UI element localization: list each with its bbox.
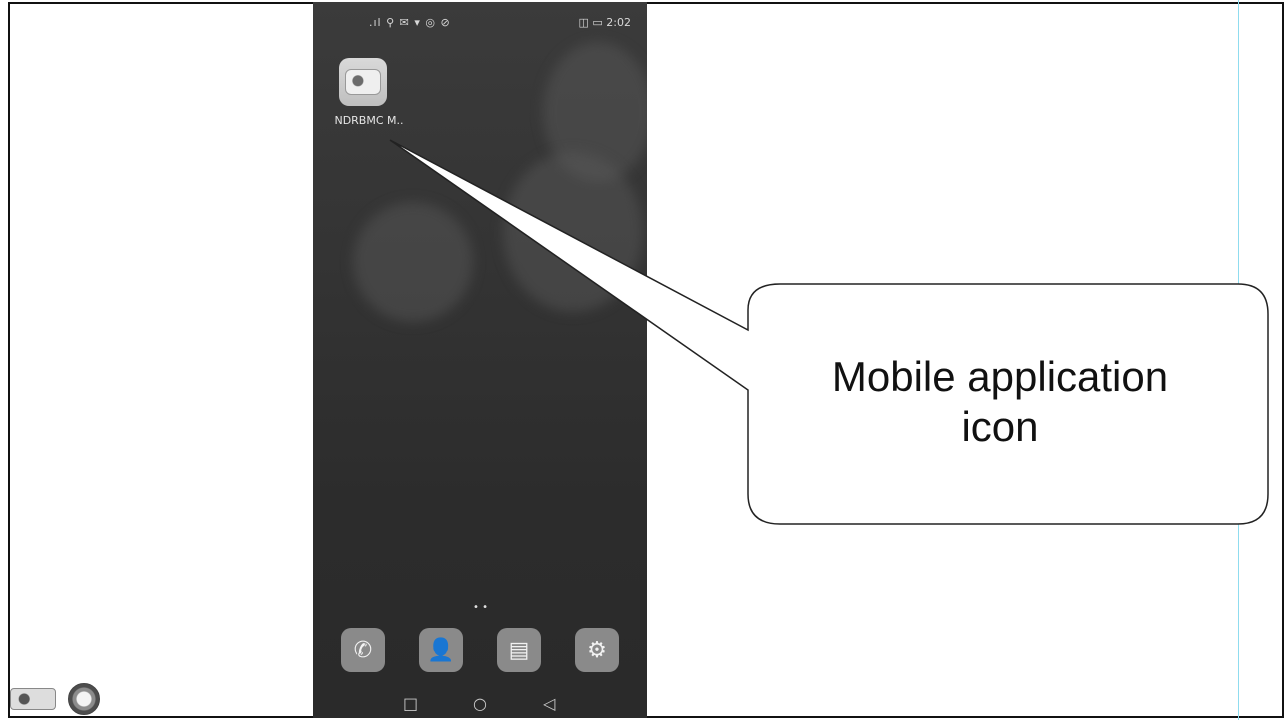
footer-logos <box>10 683 100 715</box>
seal-logo-icon <box>68 683 100 715</box>
slide: .ıl ⚲ ✉ ▾ ◎ ⊘ ◫ ▭ 2:02 NDRBMC M.. • • ✆ … <box>0 0 1286 720</box>
ndrbmc-logo-icon <box>10 688 56 710</box>
callout-line-1: Mobile application <box>831 353 1169 400</box>
callout-line-2: icon <box>961 403 1039 450</box>
callout-text: Mobile application icon <box>760 352 1240 452</box>
